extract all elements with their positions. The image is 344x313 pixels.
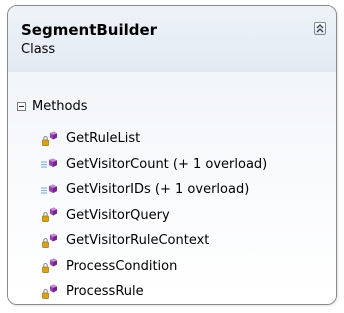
private-method-icon [40, 207, 58, 223]
public-method-icon [40, 182, 58, 198]
class-header[interactable]: SegmentBuilder Class [8, 6, 336, 72]
method-item[interactable]: GetRuleList [40, 126, 267, 152]
private-method-icon [40, 284, 58, 300]
class-body: Methods GetRuleList GetVisitorCount (+ 1… [8, 72, 336, 304]
class-kind: Class [21, 42, 56, 57]
public-method-icon [40, 156, 58, 172]
method-name: ProcessRule [66, 284, 144, 300]
methods-section-label: Methods [32, 99, 88, 114]
class-shape[interactable]: SegmentBuilder Class Methods GetRuleList… [7, 5, 337, 305]
collapse-shape-button[interactable] [314, 22, 326, 35]
method-name: GetVisitorQuery [66, 207, 170, 223]
class-title: SegmentBuilder [21, 21, 158, 39]
method-name: GetVisitorCount (+ 1 overload) [66, 156, 268, 172]
method-name: ProcessCondition [66, 258, 178, 274]
method-item[interactable]: GetVisitorQuery [40, 203, 267, 229]
methods-list: GetRuleList GetVisitorCount (+ 1 overloa… [40, 126, 267, 304]
method-item[interactable]: GetVisitorIDs (+ 1 overload) [40, 177, 267, 203]
method-item[interactable]: ProcessRule [40, 279, 267, 304]
method-item[interactable]: GetVisitorRuleContext [40, 228, 267, 254]
private-method-icon [40, 233, 58, 249]
collapse-section-icon[interactable] [17, 102, 26, 111]
methods-section-header[interactable]: Methods [17, 99, 88, 114]
method-name: GetVisitorIDs (+ 1 overload) [66, 182, 250, 198]
method-name: GetVisitorRuleContext [66, 233, 210, 249]
method-item[interactable]: GetVisitorCount (+ 1 overload) [40, 152, 267, 178]
method-item[interactable]: ProcessCondition [40, 254, 267, 280]
private-method-icon [40, 258, 58, 274]
method-name: GetRuleList [66, 131, 141, 147]
private-method-icon [40, 131, 58, 147]
